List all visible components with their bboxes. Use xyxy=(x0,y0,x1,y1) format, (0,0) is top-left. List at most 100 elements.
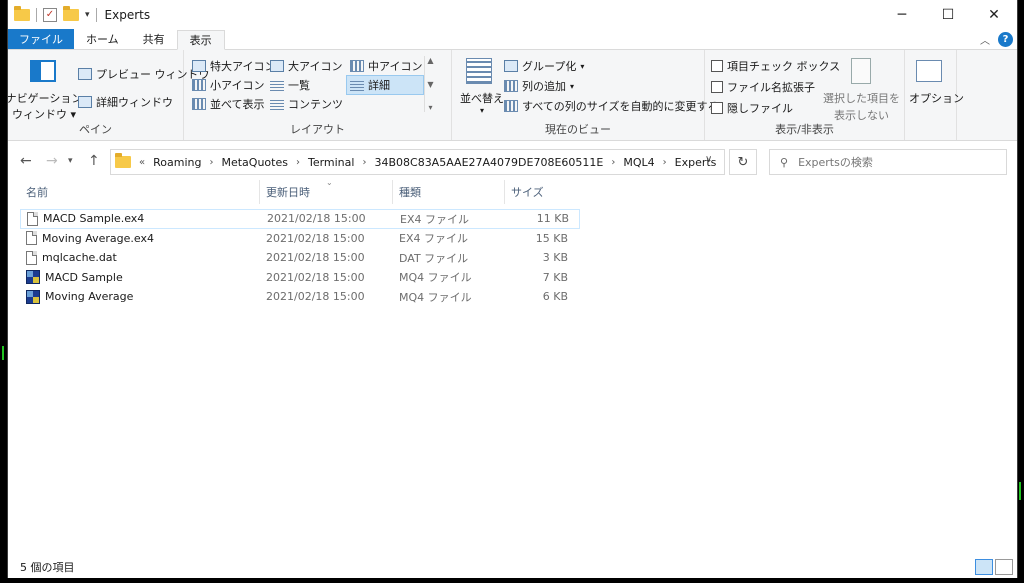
layout-details[interactable]: 詳細 xyxy=(346,75,424,95)
expand-gallery-icon[interactable]: ▾ xyxy=(428,103,432,112)
add-column-icon xyxy=(504,80,518,92)
hidden-items-checkbox[interactable] xyxy=(711,102,723,114)
layout-large-icons[interactable]: 大アイコン xyxy=(270,58,342,74)
file-extensions-option[interactable]: ファイル名拡張子 xyxy=(711,79,815,95)
layout-medium-icons[interactable]: 中アイコン xyxy=(350,58,422,74)
quick-access-toolbar: ✓ ▾ xyxy=(8,6,97,22)
navigation-pane-button[interactable]: ナビゲーション ウィンドウ ▾ xyxy=(8,90,82,122)
table-row[interactable]: MACD Sample 2021/02/18 15:00 MQ4 ファイル 7 … xyxy=(20,268,580,288)
up-button[interactable]: ↑ xyxy=(88,153,100,169)
chevron-right-icon[interactable]: › xyxy=(209,157,213,168)
properties-icon[interactable]: ✓ xyxy=(43,8,57,22)
item-checkboxes-checkbox[interactable] xyxy=(711,60,723,72)
breadcrumb-metaquotes[interactable]: MetaQuotes xyxy=(221,156,287,169)
new-folder-icon[interactable] xyxy=(63,6,79,21)
scroll-down-icon[interactable]: ▼ xyxy=(427,80,433,89)
layout-small-icons[interactable]: 小アイコン xyxy=(192,77,264,93)
large-icons-icon xyxy=(270,60,284,72)
file-name: MACD Sample xyxy=(45,270,123,284)
background-tick-left xyxy=(2,346,4,360)
recent-locations-button[interactable]: ▾ xyxy=(68,156,73,166)
autosize-columns-button[interactable]: すべての列のサイズを自動的に変更する xyxy=(504,98,718,114)
column-header-size[interactable]: サイズ xyxy=(505,180,574,204)
sort-button[interactable]: 並べ替え ▾ xyxy=(460,90,504,115)
layout-label: 一覧 xyxy=(288,79,310,92)
forward-button[interactable]: → xyxy=(46,153,58,169)
scroll-up-icon[interactable]: ▲ xyxy=(427,56,433,65)
file-date: 2021/02/18 15:00 xyxy=(266,231,365,245)
column-header-type[interactable]: 種類 xyxy=(393,180,505,204)
file-type: MQ4 ファイル xyxy=(399,290,472,304)
chevron-right-icon[interactable]: › xyxy=(611,157,615,168)
file-name: Moving Average xyxy=(45,290,134,304)
group-by-button[interactable]: グループ化 ▾ xyxy=(504,58,584,74)
ribbon-group-current-view: 並べ替え ▾ グループ化 ▾ 列の追加 ▾ すべての列のサイズを自動的に変更する 現… xyxy=(452,50,718,140)
minimize-button[interactable]: ─ xyxy=(879,0,925,30)
file-date: 2021/02/18 15:00 xyxy=(266,270,365,284)
refresh-button[interactable]: ↻ xyxy=(729,149,757,175)
layout-label: 詳細 xyxy=(368,79,390,92)
file-size: 7 KB xyxy=(542,270,568,284)
add-column-button[interactable]: 列の追加 ▾ xyxy=(504,78,574,94)
table-row[interactable]: Moving Average 2021/02/18 15:00 MQ4 ファイル… xyxy=(20,287,580,307)
options-icon xyxy=(916,60,942,82)
breadcrumb-mql4[interactable]: MQL4 xyxy=(623,156,654,169)
maximize-button[interactable]: ☐ xyxy=(925,0,971,30)
tab-share[interactable]: 共有 xyxy=(131,29,177,49)
layout-tiles[interactable]: 並べて表示 xyxy=(192,96,265,112)
customize-toolbar-icon[interactable]: ▾ xyxy=(85,10,90,20)
search-box[interactable]: ⚲ xyxy=(769,149,1007,175)
chevron-right-icon[interactable]: › xyxy=(296,157,300,168)
layout-content[interactable]: コンテンツ xyxy=(270,96,343,112)
layout-scroller[interactable]: ▲ ▼ ▾ xyxy=(424,56,436,112)
collapse-ribbon-icon[interactable]: ︿ xyxy=(980,32,990,47)
tab-home[interactable]: ホーム xyxy=(74,29,131,49)
help-icon[interactable]: ? xyxy=(998,32,1013,47)
breadcrumb-terminal-id[interactable]: 34B08C83A5AAE27A4079DE708E60511E xyxy=(374,156,603,169)
layout-extra-large-icons[interactable]: 特大アイコン xyxy=(192,58,275,74)
hide-selected-icon xyxy=(851,58,871,84)
hidden-items-option[interactable]: 隠しファイル xyxy=(711,100,793,116)
background-tick-right xyxy=(1019,482,1021,500)
breadcrumb-terminal[interactable]: Terminal xyxy=(308,156,355,169)
group-label-layout: レイアウト xyxy=(290,123,345,136)
breadcrumb-overflow[interactable]: « xyxy=(139,157,145,168)
layout-list[interactable]: 一覧 xyxy=(270,77,310,93)
address-bar[interactable]: « Roaming › MetaQuotes › Terminal › 34B0… xyxy=(110,149,725,175)
tiles-icon xyxy=(192,98,206,110)
file-extensions-checkbox[interactable] xyxy=(711,81,723,93)
file-type: EX4 ファイル xyxy=(400,212,469,226)
column-header-name[interactable]: 名前 xyxy=(20,180,260,204)
table-row[interactable]: MACD Sample.ex4 2021/02/18 15:00 EX4 ファイ… xyxy=(20,209,580,229)
table-row[interactable]: Moving Average.ex4 2021/02/18 15:00 EX4 … xyxy=(20,229,580,249)
layout-label: 小アイコン xyxy=(210,79,265,92)
chevron-right-icon[interactable]: › xyxy=(663,157,667,168)
file-extensions-label: ファイル名拡張子 xyxy=(727,81,815,94)
details-pane-button[interactable]: 詳細ウィンドウ xyxy=(78,94,173,110)
chevron-right-icon[interactable]: › xyxy=(362,157,366,168)
file-date: 2021/02/18 15:00 xyxy=(266,290,365,304)
file-size: 15 KB xyxy=(535,231,568,245)
hide-selected-button[interactable]: 選択した項目を 表示しない xyxy=(823,90,900,123)
file-size: 6 KB xyxy=(542,290,568,304)
tab-view[interactable]: 表示 xyxy=(176,30,225,50)
breadcrumb-roaming[interactable]: Roaming xyxy=(153,156,201,169)
back-button[interactable]: ← xyxy=(20,153,32,169)
layout-label: 中アイコン xyxy=(368,60,423,73)
ribbon: ナビゲーション ウィンドウ ▾ プレビュー ウィンドウ 詳細ウィンドウ ペイン … xyxy=(8,50,1017,141)
item-checkboxes-option[interactable]: 項目チェック ボックス xyxy=(711,58,840,74)
options-button[interactable]: オプション xyxy=(909,90,964,106)
file-icon xyxy=(26,231,37,246)
details-view-button[interactable] xyxy=(975,559,993,575)
status-bar: 5 個の項目 xyxy=(8,556,1017,578)
search-input[interactable] xyxy=(798,155,989,169)
divider xyxy=(36,8,37,22)
tab-file[interactable]: ファイル xyxy=(8,29,74,49)
close-button[interactable]: ✕ xyxy=(971,0,1017,30)
address-dropdown-icon[interactable]: ∨ xyxy=(705,154,712,165)
details-icon xyxy=(350,79,364,91)
large-icons-view-button[interactable] xyxy=(995,559,1013,575)
table-row[interactable]: mqlcache.dat 2021/02/18 15:00 DAT ファイル 3… xyxy=(20,248,580,268)
item-checkboxes-label: 項目チェック ボックス xyxy=(727,60,841,73)
extra-large-icons-icon xyxy=(192,60,206,72)
